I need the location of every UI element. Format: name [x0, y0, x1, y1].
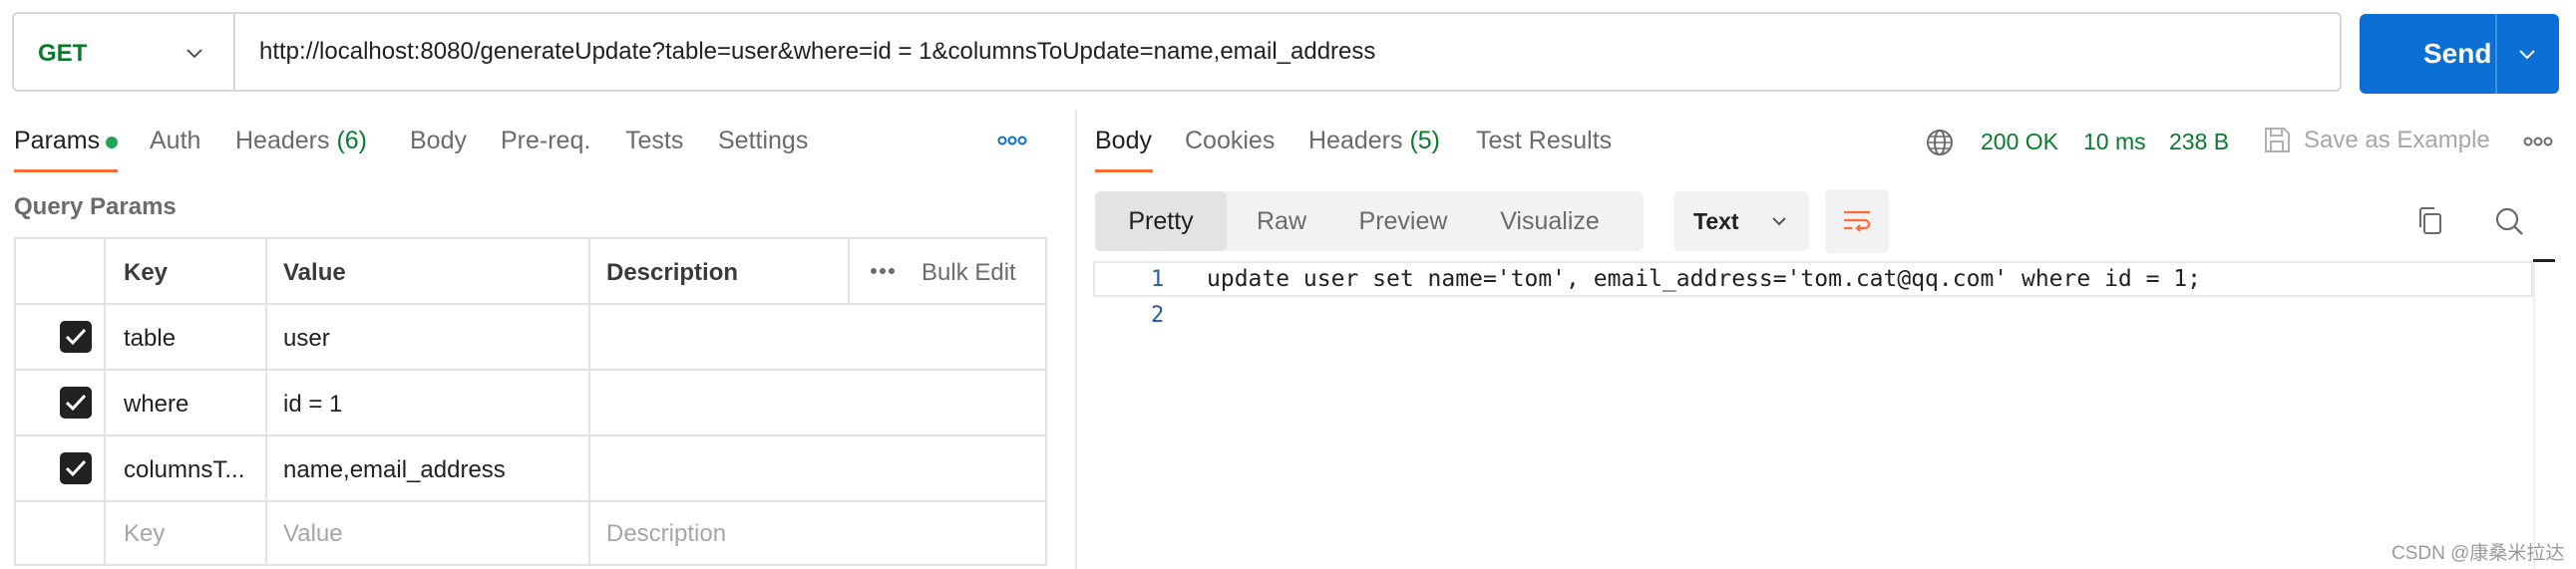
header-key: Key [124, 259, 169, 286]
url-input[interactable]: http://localhost:8080/generateUpdate?tab… [259, 38, 2314, 66]
tab-settings[interactable]: Settings [718, 127, 808, 155]
params-active-dot [106, 137, 118, 148]
tab-response-body-underline [1095, 169, 1153, 172]
tab-headers-label: Headers [235, 127, 330, 154]
col-divider [588, 239, 590, 564]
tab-pre-req-label: Pre-req. [501, 127, 591, 154]
row-checkbox[interactable] [60, 321, 92, 353]
tab-test-results[interactable]: Test Results [1476, 127, 1612, 155]
tab-response-headers-label: Headers [1308, 127, 1403, 154]
tab-response-headers[interactable]: Headers (5) [1308, 127, 1440, 155]
param-key[interactable]: columnsT... [124, 456, 244, 484]
line-number: 2 [1151, 303, 1165, 328]
tab-params[interactable]: Params [14, 127, 100, 155]
checkmark-icon [65, 394, 87, 412]
tab-cookies-label: Cookies [1185, 127, 1276, 154]
col-divider [848, 239, 850, 303]
row-checkbox[interactable] [60, 387, 92, 419]
new-description-input[interactable]: Description [606, 520, 726, 548]
send-button[interactable]: Send [2360, 14, 2559, 94]
tab-headers[interactable]: Headers (6) [235, 127, 367, 155]
tab-tests[interactable]: Tests [625, 127, 683, 155]
param-value[interactable]: name,email_address [283, 456, 506, 484]
editor-scroll-thumb[interactable] [2533, 259, 2555, 262]
method-select[interactable]: GET [14, 14, 235, 90]
param-key[interactable]: where [124, 391, 188, 419]
more-icon[interactable] [870, 267, 896, 275]
query-params-title: Query Params [14, 193, 177, 220]
tab-body[interactable]: Body [410, 127, 467, 155]
view-preview[interactable]: Preview [1336, 191, 1470, 251]
tab-pre-req[interactable]: Pre-req. [501, 127, 590, 155]
col-divider [265, 239, 267, 564]
pane-divider[interactable] [1075, 110, 1077, 569]
new-key-input[interactable]: Key [124, 520, 165, 548]
chevron-down-icon[interactable] [2516, 43, 2538, 65]
tab-cookies[interactable]: Cookies [1185, 127, 1275, 155]
method-label: GET [38, 40, 88, 67]
row-divider [16, 369, 1045, 371]
response-time[interactable]: 10 ms [2083, 129, 2146, 155]
wrap-lines-icon [1844, 210, 1871, 232]
tab-response-body[interactable]: Body [1095, 127, 1152, 155]
line-number: 1 [1151, 267, 1165, 292]
more-icon[interactable] [997, 136, 1027, 145]
send-divider [2495, 14, 2497, 94]
row-divider [16, 500, 1045, 502]
code-line[interactable]: update user set name='tom', email_addres… [1207, 266, 2201, 292]
tab-response-headers-count: (5) [1409, 127, 1441, 154]
param-value[interactable]: id = 1 [283, 391, 342, 419]
format-select[interactable]: Text [1673, 191, 1809, 251]
tab-params-underline [14, 169, 118, 172]
tab-tests-label: Tests [625, 127, 684, 154]
url-bar: GET http://localhost:8080/generateUpdate… [12, 12, 2342, 92]
new-value-input[interactable]: Value [283, 520, 343, 548]
view-pretty[interactable]: Pretty [1095, 191, 1227, 251]
save-icon [2265, 128, 2290, 152]
more-icon[interactable] [2523, 137, 2553, 146]
view-raw[interactable]: Raw [1227, 191, 1336, 251]
row-divider [16, 303, 1045, 305]
tab-response-body-label: Body [1095, 127, 1152, 154]
header-description: Description [606, 259, 739, 286]
param-key[interactable]: table [124, 325, 176, 353]
view-visualize[interactable]: Visualize [1470, 191, 1630, 251]
params-table: Key Value Description Bulk Edit table us… [14, 237, 1047, 566]
bulk-edit-button[interactable]: Bulk Edit [921, 259, 1016, 287]
format-label: Text [1693, 208, 1739, 234]
tab-headers-count: (6) [336, 127, 368, 154]
tab-body-label: Body [410, 127, 467, 154]
row-checkbox[interactable] [60, 452, 92, 484]
watermark: CSDN @康桑米拉达 [2392, 543, 2565, 564]
col-divider [104, 239, 106, 564]
search-icon[interactable] [2493, 205, 2525, 237]
editor-scrollbar[interactable] [2533, 261, 2535, 569]
param-value[interactable]: user [283, 325, 330, 353]
tab-auth-label: Auth [150, 127, 201, 154]
save-as-example-button[interactable]: Save as Example [2304, 127, 2490, 154]
status-code[interactable]: 200 OK [1981, 129, 2058, 155]
copy-icon[interactable] [2415, 205, 2445, 237]
tab-settings-label: Settings [718, 127, 809, 154]
checkmark-icon [65, 459, 87, 477]
response-size[interactable]: 238 B [2169, 129, 2229, 155]
wrap-lines-button[interactable] [1825, 189, 1889, 253]
send-label: Send [2423, 38, 2492, 69]
chevron-down-icon [186, 49, 202, 59]
tab-test-results-label: Test Results [1476, 127, 1613, 154]
view-mode-switch: Pretty Raw Preview Visualize [1095, 191, 1644, 251]
checkmark-icon [65, 328, 87, 346]
header-value: Value [283, 259, 346, 286]
globe-icon[interactable] [1925, 128, 1955, 157]
chevron-down-icon [1772, 217, 1786, 226]
row-divider [16, 434, 1045, 436]
tab-params-label: Params [14, 127, 101, 154]
tab-auth[interactable]: Auth [150, 127, 200, 155]
